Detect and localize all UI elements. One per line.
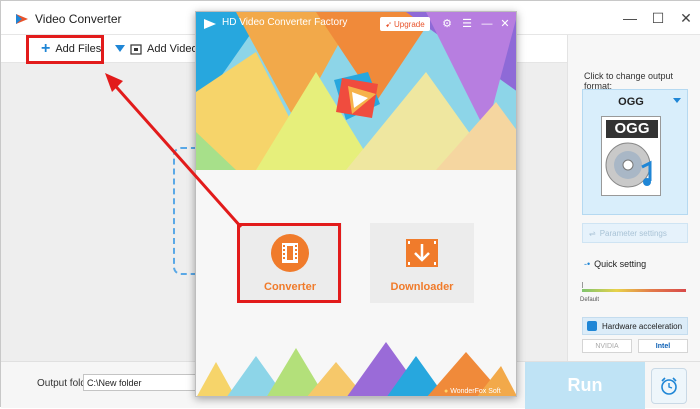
minimize-button[interactable]: — xyxy=(621,9,639,27)
format-card-label: OGG xyxy=(606,120,658,138)
nvidia-label: NVIDIA xyxy=(595,342,619,350)
downloader-tile[interactable]: Downloader xyxy=(370,223,474,303)
output-format-name: OGG xyxy=(618,96,644,108)
close-button[interactable]: ✕ xyxy=(677,9,695,27)
settings-gear-icon[interactable]: ⚙ xyxy=(440,17,454,31)
dialog-title: HD Video Converter Factory xyxy=(222,17,348,28)
hardware-acceleration-label: Hardware acceleration xyxy=(602,321,683,331)
output-folder-input[interactable] xyxy=(83,374,203,391)
run-button[interactable]: Run xyxy=(525,362,645,409)
minimize-dialog-icon[interactable]: — xyxy=(480,17,494,31)
parameter-settings-label: Parameter settings xyxy=(599,228,667,238)
wonderfox-logo-icon: ● xyxy=(444,387,449,395)
downloader-label: Downloader xyxy=(390,281,454,293)
quick-setting: -• Quick setting xyxy=(584,259,646,269)
add-files-highlight xyxy=(26,35,104,64)
footer-brand-label: WonderFox Soft xyxy=(450,387,501,395)
slider-icon: -• xyxy=(584,259,591,269)
footer-brand: ● WonderFox Soft xyxy=(444,386,514,396)
window-title: Video Converter xyxy=(35,12,122,26)
quality-slider-ticks xyxy=(582,282,686,288)
maximize-button[interactable]: ☐ xyxy=(649,9,667,27)
settings-sliders-icon: ⇌ xyxy=(589,228,596,238)
chevron-down-icon xyxy=(115,45,125,52)
output-format-heading: Click to change output format: xyxy=(584,71,674,91)
gpu-options: NVIDIA Intel xyxy=(582,339,688,355)
launcher-dialog: HD Video Converter Factory ➹ Upgrade ⚙ ☰… xyxy=(195,11,517,397)
nvidia-option[interactable]: NVIDIA xyxy=(582,339,632,353)
folder-icon xyxy=(130,44,142,55)
chip-icon xyxy=(587,321,597,331)
chevron-down-icon xyxy=(673,98,681,103)
ogg-format-icon: OGG xyxy=(601,116,661,196)
dialog-logo-icon xyxy=(204,19,216,29)
upgrade-button[interactable]: ➹ Upgrade xyxy=(380,17,430,31)
quality-slider[interactable] xyxy=(582,289,686,292)
upgrade-label: Upgrade xyxy=(394,19,425,29)
menu-list-icon[interactable]: ☰ xyxy=(460,17,474,31)
default-label: Default xyxy=(580,297,600,303)
converter-highlight xyxy=(237,223,341,303)
quick-setting-label: Quick setting xyxy=(594,259,647,269)
close-dialog-icon[interactable]: ✕ xyxy=(498,17,512,31)
download-icon xyxy=(406,239,438,267)
output-settings-panel: Click to change output format: OGG OGG ⇌… xyxy=(567,35,700,361)
app-window: Video Converter — ☐ ✕ + Add Files Add Vi… xyxy=(0,0,700,409)
rocket-icon: ➹ xyxy=(385,19,392,29)
app-logo-icon xyxy=(16,14,28,24)
parameter-settings-button[interactable]: ⇌ Parameter settings xyxy=(582,223,688,243)
disc-icon xyxy=(605,142,652,188)
intel-label: Intel xyxy=(655,342,671,350)
hardware-acceleration-button[interactable]: Hardware acceleration xyxy=(582,317,688,335)
alarm-clock-button[interactable] xyxy=(651,368,687,404)
intel-option[interactable]: Intel xyxy=(638,339,688,353)
alarm-clock-icon xyxy=(661,377,677,395)
product-logo-icon xyxy=(334,72,380,120)
output-format-selector[interactable]: OGG OGG xyxy=(582,89,688,215)
dialog-header: HD Video Converter Factory ➹ Upgrade ⚙ ☰… xyxy=(196,12,516,36)
